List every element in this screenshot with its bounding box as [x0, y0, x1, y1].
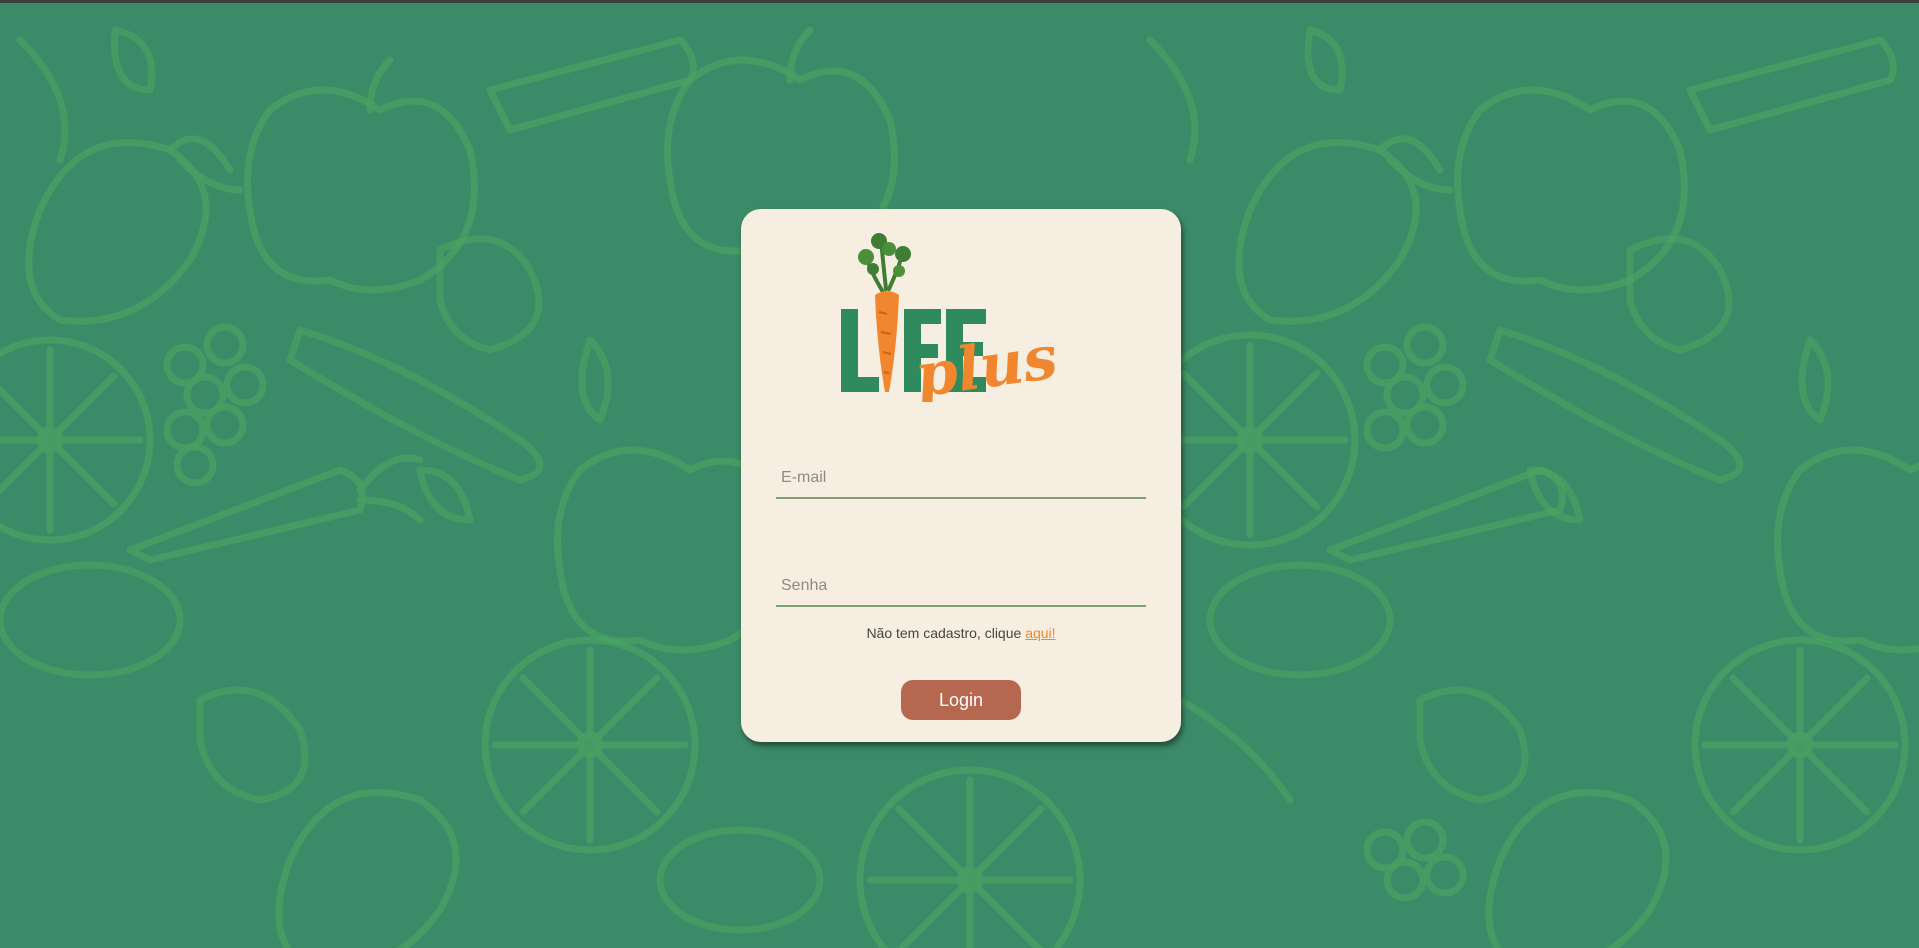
password-field[interactable]: [776, 567, 1146, 607]
email-field[interactable]: [776, 459, 1146, 499]
apple-icon: [1774, 446, 1919, 654]
orange-slice-icon: [0, 336, 154, 544]
carrot-icon: [126, 454, 424, 564]
carrot-leaves-icon: [858, 233, 911, 294]
strawberry-icon: [1235, 135, 1454, 325]
strawberry-icon: [275, 789, 460, 948]
strawberry-icon: [1485, 789, 1670, 948]
signup-link[interactable]: aqui!: [1025, 625, 1055, 641]
carrot-icon: [1686, 36, 1897, 134]
logo-plus-text: plus: [911, 322, 1062, 402]
strawberry-icon: [25, 135, 244, 325]
carrot-icon: [875, 291, 899, 392]
signup-prompt: Não tem cadastro, clique aqui!: [741, 625, 1181, 641]
grapes-icon: [1363, 323, 1467, 452]
apple-icon: [1454, 86, 1688, 294]
login-button[interactable]: Login: [901, 680, 1021, 720]
orange-slice-icon: [481, 636, 699, 854]
orange-slice-icon: [856, 766, 1084, 948]
carrot-icon: [486, 36, 697, 134]
login-card: plus Não tem cadastro, clique aqui! Logi…: [741, 209, 1181, 742]
carrot-icon: [1326, 466, 1566, 564]
lifeplus-logo: plus: [841, 233, 1062, 402]
orange-slice-icon: [1691, 636, 1909, 854]
signup-prompt-text: Não tem cadastro, clique: [866, 625, 1026, 641]
grapes-icon: [163, 323, 267, 487]
logo-letter-l: [841, 309, 879, 392]
grapes-icon: [1363, 818, 1467, 902]
